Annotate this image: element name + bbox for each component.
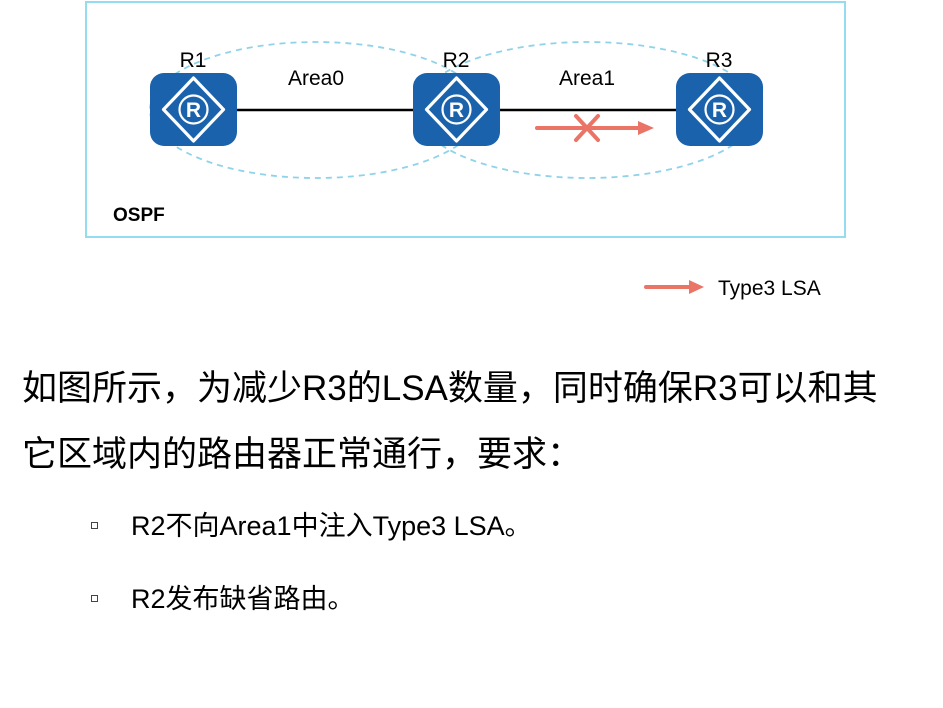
router-label-r1: R1 xyxy=(180,49,207,72)
legend: Type3 LSA xyxy=(644,277,821,300)
router-r2: R xyxy=(413,73,500,146)
list-item: R2不向Area1中注入Type3 LSA。 xyxy=(0,508,943,544)
router-icon-letter: R xyxy=(712,99,727,122)
list-item: R2发布缺省路由。 xyxy=(0,581,943,617)
ospf-domain-label: OSPF xyxy=(113,205,165,226)
ospf-topology-diagram: R R R R1 R2 R3 Area0 Area1 OSPF Type3 LS… xyxy=(85,1,846,300)
area-label-area0: Area0 xyxy=(288,67,344,90)
router-r1: R xyxy=(150,73,237,146)
router-label-r2: R2 xyxy=(443,49,470,72)
bullet-square-icon xyxy=(91,522,98,529)
router-label-r3: R3 xyxy=(706,49,733,72)
requirement-text: R2不向Area1中注入Type3 LSA。 xyxy=(131,511,532,541)
legend-label: Type3 LSA xyxy=(718,277,821,300)
requirement-text: R2发布缺省路由。 xyxy=(131,584,355,614)
description-line-2: 它区域内的路由器正常通行，要求： xyxy=(22,435,583,474)
bullet-square-icon xyxy=(91,595,98,602)
area-label-area1: Area1 xyxy=(559,67,615,90)
legend-arrowhead-icon xyxy=(689,280,704,294)
router-icon-letter: R xyxy=(186,99,201,122)
router-icon-letter: R xyxy=(449,99,464,122)
router-r3: R xyxy=(676,73,763,146)
description-line-1: 如图所示，为减少R3的LSA数量，同时确保R3可以和其 xyxy=(22,369,878,408)
